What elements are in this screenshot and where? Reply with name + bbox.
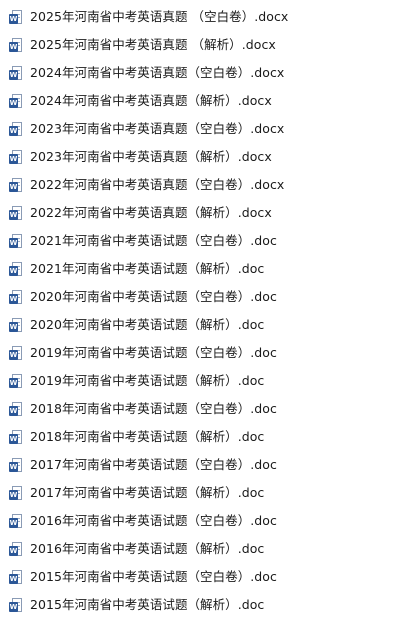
file-item[interactable]: W 2021年河南省中考英语试题（解析）.doc <box>0 255 403 283</box>
file-name: 2025年河南省中考英语真题 （空白卷）.docx <box>30 9 289 24</box>
word-document-icon: W <box>9 93 23 109</box>
file-name: 2019年河南省中考英语试题（空白卷）.doc <box>30 345 277 360</box>
word-document-icon: W <box>9 485 23 501</box>
file-item[interactable]: W 2024年河南省中考英语真题（解析）.docx <box>0 87 403 115</box>
word-document-icon: W <box>9 121 23 137</box>
file-name: 2025年河南省中考英语真题 （解析）.docx <box>30 37 276 52</box>
file-item[interactable]: W 2023年河南省中考英语真题（空白卷）.docx <box>0 115 403 143</box>
word-document-icon: W <box>9 65 23 81</box>
word-document-icon: W <box>9 401 23 417</box>
file-name: 2023年河南省中考英语真题（空白卷）.docx <box>30 121 285 136</box>
word-document-icon: W <box>9 345 23 361</box>
file-item[interactable]: W 2018年河南省中考英语试题（解析）.doc <box>0 423 403 451</box>
word-document-icon: W <box>9 149 23 165</box>
file-name: 2015年河南省中考英语试题（空白卷）.doc <box>30 569 277 584</box>
word-document-icon: W <box>9 317 23 333</box>
word-document-icon: W <box>9 513 23 529</box>
file-item[interactable]: W 2020年河南省中考英语试题（解析）.doc <box>0 311 403 339</box>
file-item[interactable]: W 2019年河南省中考英语试题（空白卷）.doc <box>0 339 403 367</box>
file-item[interactable]: W 2023年河南省中考英语真题（解析）.docx <box>0 143 403 171</box>
file-item[interactable]: W 2019年河南省中考英语试题（解析）.doc <box>0 367 403 395</box>
file-name: 2017年河南省中考英语试题（空白卷）.doc <box>30 457 277 472</box>
word-document-icon: W <box>9 597 23 613</box>
file-name: 2021年河南省中考英语试题（解析）.doc <box>30 261 265 276</box>
file-name: 2022年河南省中考英语真题（解析）.docx <box>30 205 272 220</box>
file-list: W 2025年河南省中考英语真题 （空白卷）.docx W 2025年河南省中考英语… <box>0 3 403 619</box>
file-item[interactable]: W 2018年河南省中考英语试题（空白卷）.doc <box>0 395 403 423</box>
file-item[interactable]: W 2022年河南省中考英语真题（空白卷）.docx <box>0 171 403 199</box>
file-name: 2018年河南省中考英语试题（解析）.doc <box>30 429 265 444</box>
file-name: 2017年河南省中考英语试题（解析）.doc <box>30 485 265 500</box>
word-document-icon: W <box>9 205 23 221</box>
file-name: 2024年河南省中考英语真题（解析）.docx <box>30 93 272 108</box>
word-document-icon: W <box>9 177 23 193</box>
file-item[interactable]: W 2022年河南省中考英语真题（解析）.docx <box>0 199 403 227</box>
file-name: 2020年河南省中考英语试题（空白卷）.doc <box>30 289 277 304</box>
file-item[interactable]: W 2016年河南省中考英语试题（空白卷）.doc <box>0 507 403 535</box>
file-item[interactable]: W 2015年河南省中考英语试题（解析）.doc <box>0 591 403 619</box>
file-item[interactable]: W 2017年河南省中考英语试题（解析）.doc <box>0 479 403 507</box>
file-item[interactable]: W 2017年河南省中考英语试题（空白卷）.doc <box>0 451 403 479</box>
file-item[interactable]: W 2025年河南省中考英语真题 （解析）.docx <box>0 31 403 59</box>
file-name: 2018年河南省中考英语试题（空白卷）.doc <box>30 401 277 416</box>
file-name: 2016年河南省中考英语试题（空白卷）.doc <box>30 513 277 528</box>
word-document-icon: W <box>9 429 23 445</box>
word-document-icon: W <box>9 569 23 585</box>
word-document-icon: W <box>9 541 23 557</box>
file-item[interactable]: W 2024年河南省中考英语真题（空白卷）.docx <box>0 59 403 87</box>
file-name: 2021年河南省中考英语试题（空白卷）.doc <box>30 233 277 248</box>
file-item[interactable]: W 2025年河南省中考英语真题 （空白卷）.docx <box>0 3 403 31</box>
file-item[interactable]: W 2015年河南省中考英语试题（空白卷）.doc <box>0 563 403 591</box>
word-document-icon: W <box>9 457 23 473</box>
word-document-icon: W <box>9 373 23 389</box>
file-name: 2024年河南省中考英语真题（空白卷）.docx <box>30 65 285 80</box>
file-item[interactable]: W 2016年河南省中考英语试题（解析）.doc <box>0 535 403 563</box>
file-name: 2019年河南省中考英语试题（解析）.doc <box>30 373 265 388</box>
file-name: 2022年河南省中考英语真题（空白卷）.docx <box>30 177 285 192</box>
file-name: 2016年河南省中考英语试题（解析）.doc <box>30 541 265 556</box>
file-name: 2015年河南省中考英语试题（解析）.doc <box>30 597 265 612</box>
file-item[interactable]: W 2021年河南省中考英语试题（空白卷）.doc <box>0 227 403 255</box>
word-document-icon: W <box>9 233 23 249</box>
word-document-icon: W <box>9 37 23 53</box>
word-document-icon: W <box>9 289 23 305</box>
file-name: 2020年河南省中考英语试题（解析）.doc <box>30 317 265 332</box>
word-document-icon: W <box>9 9 23 25</box>
file-item[interactable]: W 2020年河南省中考英语试题（空白卷）.doc <box>0 283 403 311</box>
word-document-icon: W <box>9 261 23 277</box>
file-name: 2023年河南省中考英语真题（解析）.docx <box>30 149 272 164</box>
